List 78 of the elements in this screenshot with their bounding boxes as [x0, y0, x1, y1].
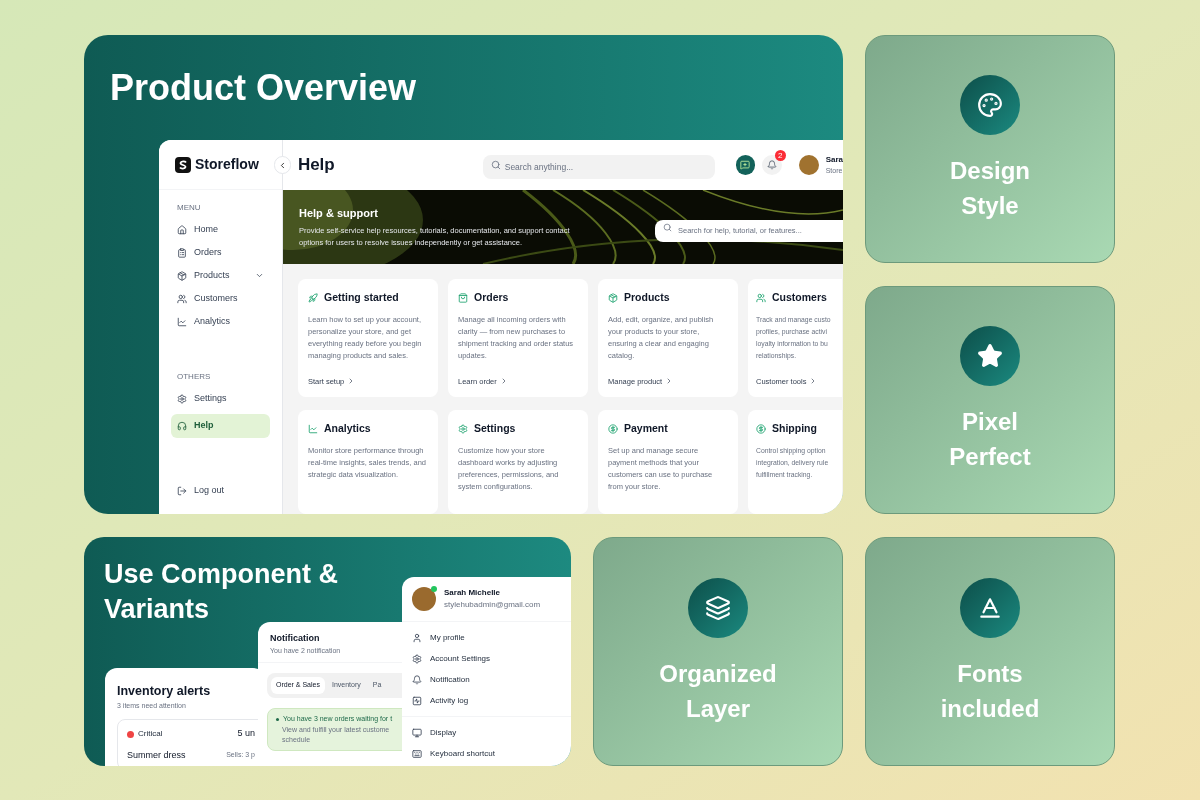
notification-title: Notification — [270, 632, 321, 645]
card-title: Analytics — [324, 421, 371, 436]
bag-icon — [458, 292, 468, 303]
avatar — [412, 587, 436, 611]
card-title: Shipping — [772, 421, 817, 436]
dollar-icon — [608, 423, 618, 434]
brand-name: Storeflow — [195, 155, 259, 174]
feature-title: Fonts included — [939, 658, 1041, 724]
item-name: Summer dress — [127, 748, 186, 762]
sidebar-item[interactable]: Home — [171, 218, 270, 241]
user-name: Sara — [825, 154, 843, 165]
avatar — [798, 155, 819, 175]
logout-item[interactable]: Log out — [171, 479, 270, 502]
home-icon — [177, 224, 187, 235]
feature-title: Pixel Perfect — [948, 407, 1032, 472]
section-title: Use Component & Variants — [104, 558, 339, 626]
status-label: Critical — [138, 728, 163, 740]
palette-icon — [977, 92, 1003, 118]
card-title: Orders — [474, 290, 509, 305]
bell-icon — [412, 674, 422, 685]
menu-item[interactable]: Notification — [412, 669, 561, 690]
menu-item[interactable]: Keyboard shortcut — [412, 743, 561, 764]
activity-icon — [412, 695, 422, 706]
keyboard-icon — [412, 748, 422, 759]
sidebar-item[interactable]: Customers — [171, 287, 270, 310]
headset-icon — [177, 421, 187, 431]
star-icon — [977, 343, 1003, 369]
profile-name: Sarah Michelle — [444, 587, 502, 599]
chart-icon — [308, 423, 318, 434]
card-title: Customers — [772, 290, 827, 305]
search-icon — [490, 160, 501, 170]
sidebar-item[interactable]: Settings — [171, 387, 270, 410]
overview-title: Product Overview — [110, 67, 417, 108]
settings-icon — [412, 653, 422, 664]
users-icon — [756, 292, 766, 303]
menu-item[interactable]: My profile — [412, 627, 561, 648]
logout-icon — [177, 485, 187, 496]
chat-icon — [740, 160, 751, 170]
search-icon — [663, 222, 672, 232]
sidebar-item[interactable]: Products — [171, 264, 270, 287]
sidebar-item[interactable]: Orders — [171, 241, 270, 264]
sidebar-item[interactable]: Analytics — [171, 310, 270, 333]
box-icon — [177, 270, 187, 281]
feature-title: Organized Layer — [658, 658, 778, 724]
card-title: Products — [624, 290, 670, 305]
notification-badge: 2 — [774, 150, 786, 161]
feature-title: Design Style — [949, 156, 1031, 221]
card-title: Getting started — [324, 290, 399, 305]
box-icon — [608, 292, 618, 303]
logo-icon — [175, 156, 191, 173]
section-label: OTHERS — [176, 371, 212, 383]
menu-item[interactable]: Account Settings — [412, 648, 561, 669]
bell-icon — [766, 160, 777, 170]
settings-icon — [458, 423, 468, 434]
search-field[interactable]: Search anything... — [482, 155, 716, 179]
dollar-icon — [756, 423, 766, 434]
section-label: MENU — [176, 202, 202, 214]
settings-icon — [177, 393, 187, 404]
layers-icon — [705, 594, 731, 621]
banner-title: Help & support — [299, 205, 379, 221]
notification-button[interactable] — [761, 155, 782, 175]
clipboard-icon — [177, 247, 187, 258]
card-title: Payment — [624, 421, 668, 436]
stock-count: 5 un — [237, 727, 255, 741]
chat-button[interactable] — [736, 155, 755, 175]
menu-item[interactable]: Activity log — [412, 690, 561, 711]
monitor-icon — [412, 727, 422, 738]
page-title: Help — [297, 154, 335, 177]
inventory-title: Inventory alerts — [117, 683, 212, 700]
users-icon — [177, 293, 187, 304]
card-title: Settings — [474, 421, 516, 436]
menu-item[interactable]: Display — [412, 722, 561, 743]
chart-icon — [177, 316, 187, 327]
chevron-down-icon — [255, 271, 264, 280]
rocket-icon — [308, 292, 318, 303]
profile-email: stylehubadmin@gmail.com — [444, 599, 541, 611]
user-icon — [412, 632, 422, 643]
sidebar-item[interactable]: Help — [171, 414, 270, 438]
